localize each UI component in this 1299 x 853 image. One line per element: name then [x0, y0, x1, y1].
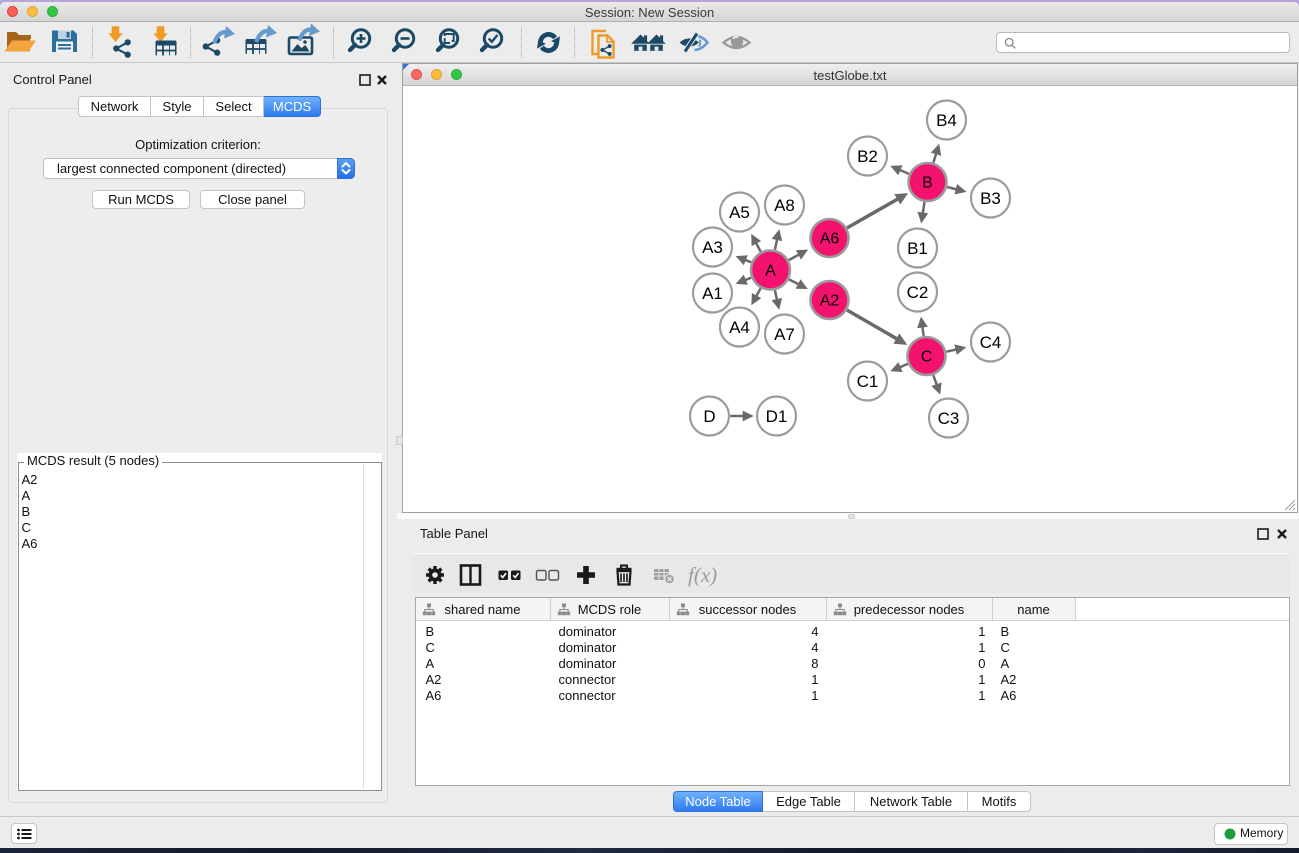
- svg-text:D: D: [703, 407, 715, 426]
- svg-text:A5: A5: [729, 203, 750, 222]
- svg-text:C2: C2: [907, 283, 929, 302]
- svg-text:B4: B4: [936, 111, 957, 130]
- svg-text:C1: C1: [857, 372, 879, 391]
- svg-text:A7: A7: [774, 325, 795, 344]
- svg-text:A3: A3: [702, 238, 723, 257]
- svg-text:A2: A2: [820, 293, 840, 310]
- svg-text:C: C: [921, 349, 933, 366]
- svg-text:f(x): f(x): [688, 563, 717, 587]
- svg-text:B1: B1: [907, 239, 928, 258]
- svg-text:A: A: [765, 263, 776, 280]
- svg-text:B: B: [922, 175, 933, 192]
- svg-text:C4: C4: [980, 333, 1002, 352]
- svg-text:A1: A1: [702, 284, 723, 303]
- svg-text:A8: A8: [774, 196, 795, 215]
- svg-text:B2: B2: [857, 147, 878, 166]
- svg-text:A6: A6: [820, 231, 840, 248]
- svg-text:D1: D1: [766, 407, 788, 426]
- svg-text:C3: C3: [938, 409, 960, 428]
- svg-text:B3: B3: [980, 189, 1001, 208]
- svg-text:A4: A4: [729, 318, 750, 337]
